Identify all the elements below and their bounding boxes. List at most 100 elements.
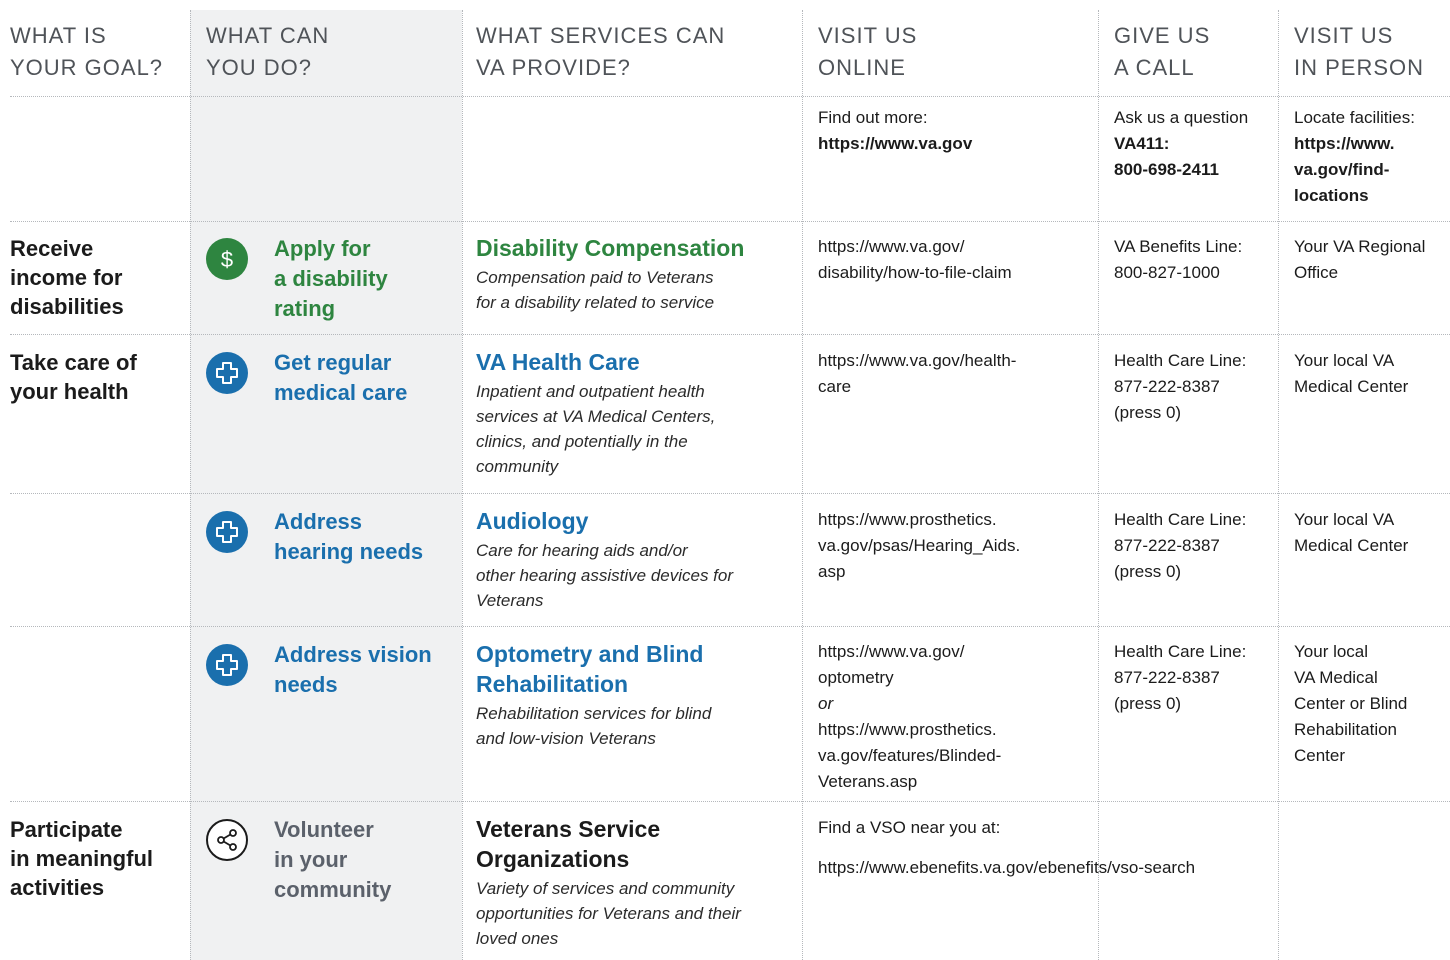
online-disability-link[interactable]: https://www.va.gov/ disability/how-to-fi… [818, 234, 1012, 286]
desc-line: Care for hearing aids and/or [476, 541, 688, 560]
blinded-veterans-link[interactable]: va.gov/features/Blinded- [818, 743, 1001, 769]
column-divider [1278, 10, 1279, 960]
online-hearing-aids-link[interactable]: https://www.prosthetics. va.gov/psas/Hea… [818, 507, 1020, 585]
header-online: VISIT US ONLINE [818, 20, 917, 84]
header-line: WHAT CAN [206, 23, 330, 48]
vso-label: Find a VSO near you at: [818, 818, 1001, 837]
vso-search-link[interactable]: https://www.ebenefits.va.gov/ebenefits/v… [818, 855, 1195, 881]
intro-label: Ask us a question [1114, 108, 1249, 127]
desc-line: loved ones [476, 929, 559, 948]
goal-line: your health [10, 379, 129, 404]
action-get-medical-care[interactable]: Get regular medical care [274, 348, 407, 408]
header-line: A CALL [1114, 55, 1195, 80]
service-title[interactable]: Rehabilitation [476, 669, 711, 699]
service-title[interactable]: VA Health Care [476, 347, 715, 377]
goal-meaningful-activities: Participate in meaningful activities [10, 815, 153, 902]
header-line: WHAT IS [10, 23, 107, 48]
optometry-link[interactable]: https://www.va.gov/ [818, 639, 1001, 665]
medical-cross-icon [206, 352, 248, 394]
call-health-care-line[interactable]: Health Care Line: 877-222-8387 (press 0) [1114, 639, 1246, 717]
call-line: Health Care Line: [1114, 510, 1247, 529]
action-address-vision[interactable]: Address vision needs [274, 640, 432, 700]
find-locations-link[interactable]: va.gov/find- [1294, 157, 1415, 183]
service-title[interactable]: Audiology [476, 506, 733, 536]
person-line: Your local VA [1294, 510, 1395, 529]
goal-line: Take care of [10, 350, 137, 375]
action-apply-disability-rating[interactable]: Apply for a disability rating [274, 234, 388, 324]
svg-text:$: $ [221, 247, 233, 272]
call-health-care-line[interactable]: Health Care Line: 877-222-8387 (press 0) [1114, 348, 1246, 426]
header-call: GIVE US A CALL [1114, 20, 1210, 84]
service-description: Compensation paid to Veterans for a disa… [476, 265, 744, 315]
url-line: https://www.prosthetics. [818, 510, 997, 529]
column-divider [462, 10, 463, 960]
action-line: Apply for [274, 236, 371, 261]
header-goal: WHAT IS YOUR GOAL? [10, 20, 163, 84]
action-line: hearing needs [274, 539, 424, 564]
call-line: VA Benefits Line: [1114, 237, 1243, 256]
va411-phone[interactable]: 800-698-2411 [1114, 157, 1248, 183]
person-line: Center [1294, 746, 1346, 765]
medical-cross-icon [206, 644, 248, 686]
person-line: Medical Center [1294, 536, 1409, 555]
service-title[interactable]: Organizations [476, 844, 741, 874]
header-line: YOU DO? [206, 55, 313, 80]
call-line: (press 0) [1114, 694, 1182, 713]
find-locations-link[interactable]: locations [1294, 183, 1415, 209]
row-divider [10, 801, 1450, 802]
goal-disability-income: Receive income for disabilities [10, 234, 124, 321]
header-action: WHAT CAN YOU DO? [206, 20, 329, 84]
service-disability-compensation: Disability Compensation Compensation pai… [476, 233, 744, 315]
goal-line: disabilities [10, 294, 124, 319]
service-description: Variety of services and community opport… [476, 876, 741, 951]
intro-call: Ask us a question VA411: 800-698-2411 [1114, 105, 1248, 183]
header-line: VA PROVIDE? [476, 55, 631, 80]
desc-line: Inpatient and outpatient health [476, 382, 705, 401]
call-health-care-line[interactable]: Health Care Line: 877-222-8387 (press 0) [1114, 507, 1246, 585]
header-line: ONLINE [818, 55, 906, 80]
person-line: Your local VA [1294, 351, 1395, 370]
row-divider [10, 96, 1450, 97]
row-divider [10, 334, 1450, 335]
url-line: asp [818, 562, 846, 581]
service-description: Care for hearing aids and/or other heari… [476, 538, 733, 613]
optometry-link[interactable]: optometry [818, 665, 1001, 691]
share-icon [206, 819, 248, 861]
action-line: needs [274, 672, 338, 697]
desc-line: clinics, and potentially in the [476, 432, 688, 451]
blinded-veterans-link[interactable]: Veterans.asp [818, 769, 1001, 795]
goal-line: activities [10, 875, 105, 900]
call-line: Health Care Line: [1114, 351, 1247, 370]
goal-line: Participate [10, 817, 123, 842]
desc-line: Veterans [476, 591, 544, 610]
in-person-medical-center: Your local VA Medical Center [1294, 507, 1408, 559]
service-title[interactable]: Optometry and Blind [476, 639, 711, 669]
person-line: Your VA Regional [1294, 237, 1426, 256]
service-description: Rehabilitation services for blind and lo… [476, 701, 711, 751]
call-line: 877-222-8387 [1114, 536, 1220, 555]
call-line: (press 0) [1114, 562, 1182, 581]
action-line: Get regular [274, 350, 392, 375]
service-title[interactable]: Disability Compensation [476, 233, 744, 263]
row-divider [10, 221, 1450, 222]
call-benefits-line[interactable]: VA Benefits Line: 800-827-1000 [1114, 234, 1242, 286]
url-line: care [818, 377, 852, 396]
action-line: a disability [274, 266, 388, 291]
action-line: in your [274, 847, 348, 872]
service-va-health-care: VA Health Care Inpatient and outpatient … [476, 347, 715, 479]
desc-line: services at VA Medical Centers, [476, 407, 716, 426]
va-gov-link[interactable]: https://www.va.gov [818, 131, 972, 157]
in-person-blind-rehab-center: Your local VA Medical Center or Blind Re… [1294, 639, 1407, 769]
find-locations-link[interactable]: https://www. [1294, 131, 1415, 157]
url-line: va.gov/psas/Hearing_Aids. [818, 536, 1021, 555]
call-line: 877-222-8387 [1114, 668, 1220, 687]
online-health-care-link[interactable]: https://www.va.gov/health- care [818, 348, 1016, 400]
action-volunteer[interactable]: Volunteer in your community [274, 815, 391, 905]
desc-line: Compensation paid to Veterans [476, 268, 714, 287]
in-person-medical-center: Your local VA Medical Center [1294, 348, 1408, 400]
action-address-hearing[interactable]: Address hearing needs [274, 507, 423, 567]
goal-line: income for [10, 265, 123, 290]
online-vision-links: https://www.va.gov/ optometry or https:/… [818, 639, 1001, 795]
service-title[interactable]: Veterans Service [476, 814, 741, 844]
blinded-veterans-link[interactable]: https://www.prosthetics. [818, 717, 1001, 743]
